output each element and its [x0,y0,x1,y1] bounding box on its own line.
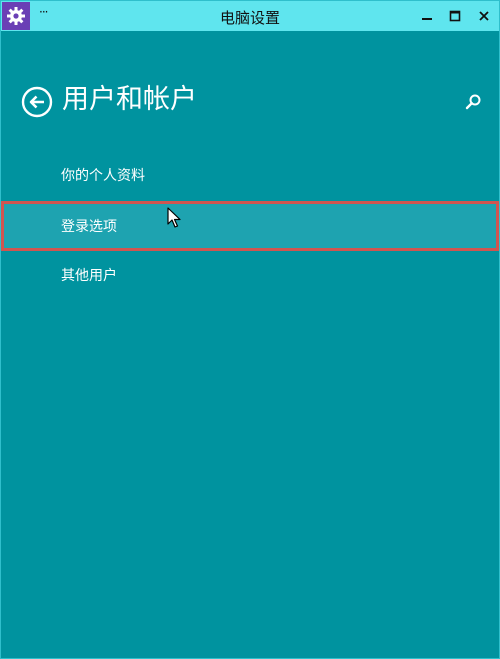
back-arrow-icon [21,86,53,118]
back-button[interactable] [21,86,53,118]
close-icon [479,11,489,21]
maximize-icon [449,10,461,22]
nav-item-label: 其他用户 [61,268,117,284]
nav-item-label: 登录选项 [61,219,117,235]
nav-item-other-users[interactable]: 其他用户 [1,249,499,299]
page-title: 用户和帐户 [62,84,197,115]
nav-item-profile[interactable]: 你的个人资料 [1,149,499,199]
search-icon [465,94,481,110]
close-button[interactable] [467,1,500,31]
search-button[interactable] [463,92,483,112]
mouse-cursor-icon [167,207,181,228]
minimize-icon [422,18,432,20]
title-bar[interactable]: ··· 电脑设置 [1,1,499,31]
pc-settings-window: ··· 电脑设置 用户和帐户 你的个人资料 登录选项 其他用户 [0,0,500,659]
nav-item-label: 你的个人资料 [61,168,145,184]
nav-item-sign-in-options[interactable]: 登录选项 [1,201,499,251]
